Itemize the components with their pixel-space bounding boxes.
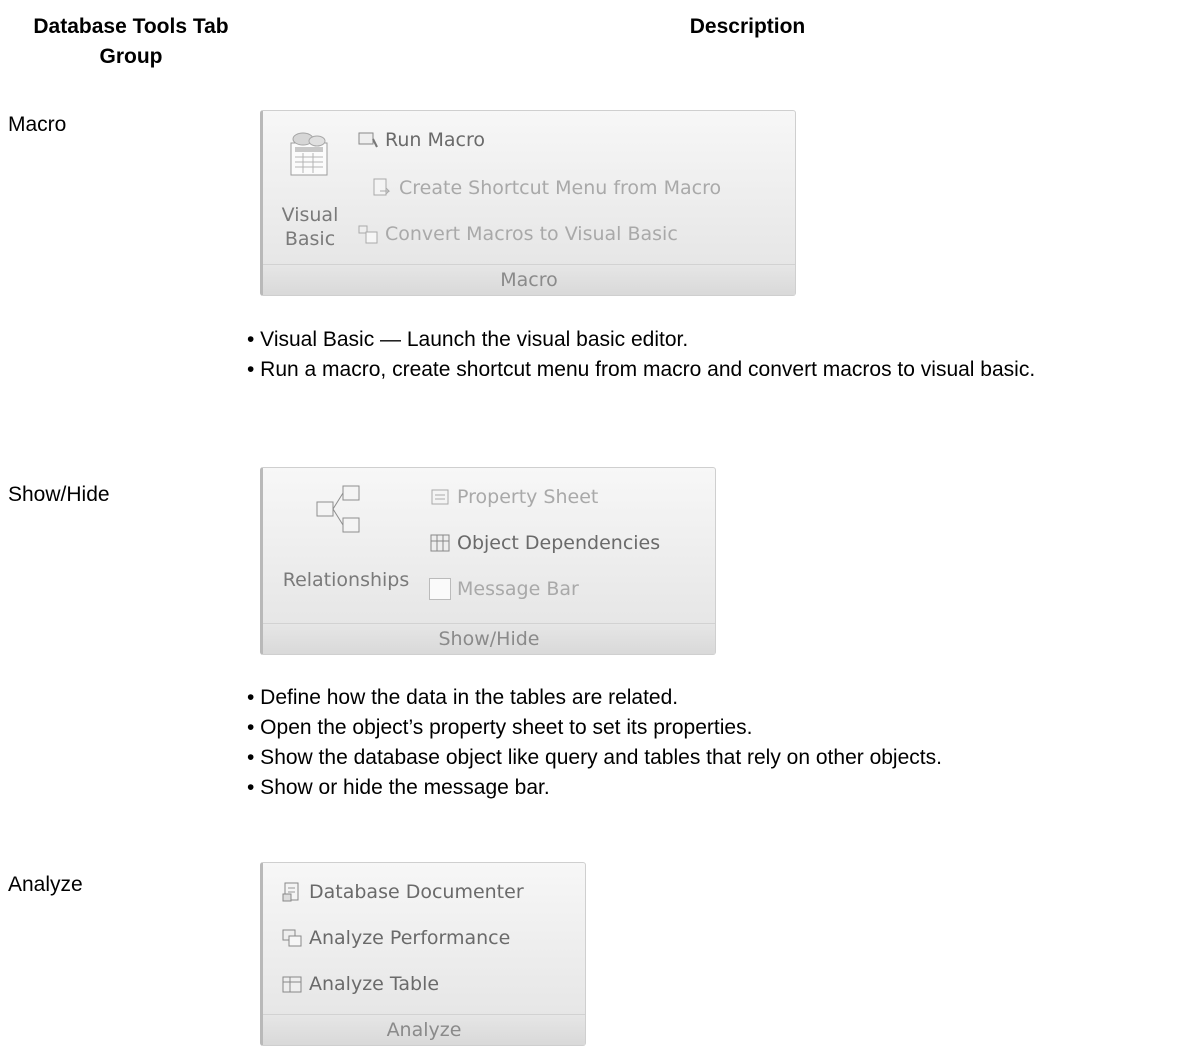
create-shortcut-menu-label: Create Shortcut Menu from Macro [399,177,722,199]
database-documenter-label: Database Documenter [309,881,524,903]
relationships-button[interactable]: Relationships [271,568,421,592]
run-macro-icon [358,132,378,148]
analyze-performance-icon [282,929,302,947]
macro-ribbon-group: Visual Basic Run Macro Create Shortcut M… [260,110,796,296]
column-header-tab-group: Database Tools Tab Group [33,15,229,68]
convert-macros-button[interactable]: Convert Macros to Visual Basic [357,223,678,245]
checkbox-icon [429,578,451,600]
analyze-performance-button[interactable]: Analyze Performance [281,927,510,949]
convert-macros-label: Convert Macros to Visual Basic [385,223,678,245]
macro-bullet-2: • Run a macro, create shortcut menu from… [247,358,1036,381]
analyze-group-label: Analyze [263,1014,585,1045]
message-bar-label: Message Bar [457,578,579,600]
visual-basic-icon [290,132,328,176]
visual-basic-button[interactable]: Visual Basic [281,203,339,251]
object-dependencies-label: Object Dependencies [457,532,661,554]
property-sheet-label: Property Sheet [457,486,599,508]
macro-bullet-1: • Visual Basic — Launch the visual basic… [247,328,689,351]
macro-description: • Visual Basic — Launch the visual basic… [247,325,1197,385]
create-shortcut-menu-button[interactable]: Create Shortcut Menu from Macro [371,177,721,199]
run-macro-button[interactable]: Run Macro [357,129,485,151]
analyze-table-icon [282,976,302,993]
object-dependencies-icon [430,534,450,552]
object-dependencies-button[interactable]: Object Dependencies [429,532,660,554]
analyze-ribbon-group: Database Documenter Analyze Performance … [260,862,586,1046]
show-hide-bullet-3: • Show the database object like query an… [247,746,942,769]
relationships-icon [316,485,360,533]
show-hide-group-label: Show/Hide [263,623,715,654]
database-documenter-button[interactable]: Database Documenter [281,881,524,903]
macro-group-label: Macro [263,264,795,295]
shortcut-menu-icon [373,178,391,196]
analyze-table-button[interactable]: Analyze Table [281,973,439,995]
show-hide-ribbon-group: Relationships Property Sheet Object Depe… [260,467,716,655]
analyze-table-label: Analyze Table [309,973,440,995]
show-hide-bullet-2: • Open the object’s property sheet to se… [247,716,753,739]
row-label-analyze: Analyze [8,873,83,896]
show-hide-bullet-4: • Show or hide the message bar. [247,776,550,799]
message-bar-checkbox[interactable]: Message Bar [429,578,579,600]
convert-macros-icon [358,225,378,244]
run-macro-label: Run Macro [385,129,485,151]
property-sheet-button[interactable]: Property Sheet [429,486,598,508]
database-documenter-icon [282,882,299,902]
row-label-show-hide: Show/Hide [8,483,110,506]
show-hide-description: • Define how the data in the tables are … [247,683,1197,803]
property-sheet-icon [431,489,449,505]
column-header-description: Description [689,15,806,38]
analyze-performance-label: Analyze Performance [309,927,511,949]
row-label-macro: Macro [8,113,67,136]
show-hide-bullet-1: • Define how the data in the tables are … [247,686,679,709]
